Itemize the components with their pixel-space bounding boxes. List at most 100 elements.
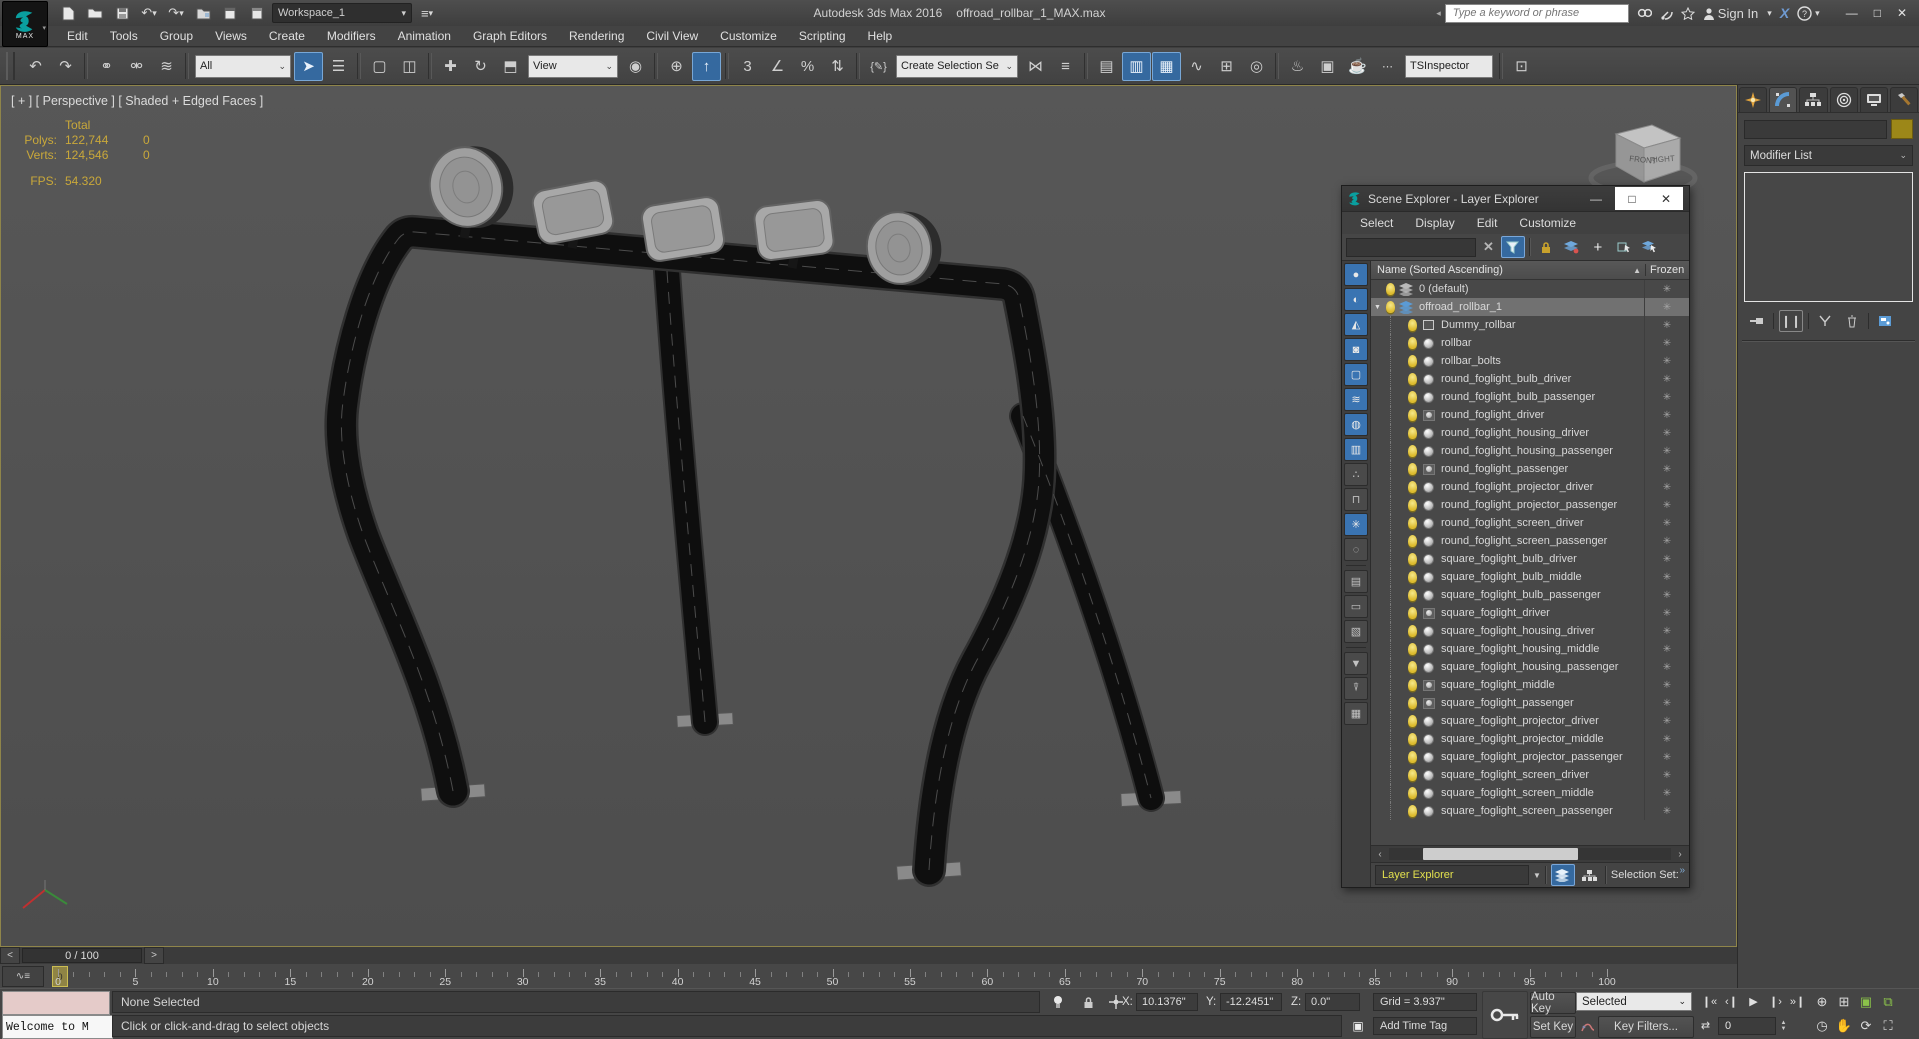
tab-display[interactable] — [1859, 87, 1888, 112]
workspace-dropdown[interactable]: Workspace_1 ▾ — [272, 3, 412, 23]
video-capture-button[interactable]: ⊡ — [1507, 52, 1536, 81]
undo-scene-button[interactable]: ↶ ▾ — [137, 3, 161, 23]
named-selection-sets-dropdown[interactable]: Create Selection Se ⌄ — [896, 54, 1018, 78]
object-name[interactable]: round_foglight_projector_driver — [1441, 481, 1644, 493]
visibility-bulb-icon[interactable] — [1408, 661, 1417, 673]
percent-snap-toggle[interactable]: % — [793, 52, 822, 81]
layer-row-square-foglight-bulb-driver[interactable]: square_foglight_bulb_driver ✳ — [1371, 550, 1689, 568]
object-name[interactable]: square_foglight_projector_driver — [1441, 715, 1644, 727]
spinner-snap-toggle[interactable]: ⇅ — [823, 52, 852, 81]
menu-create[interactable]: Create — [258, 26, 316, 47]
redo-button[interactable]: ↷ — [51, 52, 80, 81]
next-frame-playback-button[interactable]: ❙› — [1766, 992, 1785, 1011]
select-and-rotate-button[interactable]: ↻ — [466, 52, 495, 81]
maxscript-mini-listener-macro[interactable] — [2, 991, 110, 1015]
object-name[interactable]: square_foglight_projector_passenger — [1441, 751, 1644, 763]
explorer-menu-select[interactable]: Select — [1350, 216, 1403, 230]
visibility-bulb-icon[interactable] — [1386, 301, 1395, 313]
frozen-snowflake-icon[interactable]: ✳ — [1644, 406, 1689, 424]
isolate-selection-toggle[interactable] — [1046, 991, 1070, 1013]
more-options-icon[interactable]: » — [1679, 865, 1684, 876]
visibility-bulb-icon[interactable] — [1408, 715, 1417, 727]
help-search-box[interactable] — [1444, 3, 1629, 23]
object-name[interactable]: square_foglight_passenger — [1441, 697, 1644, 709]
z-coordinate-field[interactable]: 0.0" — [1305, 993, 1360, 1011]
tab-modify[interactable] — [1769, 87, 1798, 112]
menu-graph-editors[interactable]: Graph Editors — [462, 26, 558, 47]
layer-row-offroad-rollbar-1[interactable]: ▼ offroad_rollbar_1 ✳ — [1371, 298, 1689, 316]
sign-in-menu[interactable]: Sign In ▾ — [1703, 6, 1772, 21]
visibility-bulb-icon[interactable] — [1408, 445, 1417, 457]
layer-row-square-foglight-screen-passenger[interactable]: square_foglight_screen_passenger ✳ — [1371, 802, 1689, 820]
layer-row-square-foglight-bulb-middle[interactable]: square_foglight_bulb_middle ✳ — [1371, 568, 1689, 586]
visibility-bulb-icon[interactable] — [1408, 391, 1417, 403]
layer-row-0-default-[interactable]: 0 (default) ✳ — [1371, 280, 1689, 298]
filter-selected-button-icon[interactable]: ⍒ — [1344, 677, 1368, 700]
current-frame-field[interactable]: 0 — [1718, 1017, 1776, 1035]
frozen-column-header[interactable]: Frozen — [1645, 264, 1689, 276]
window-maximize-button[interactable]: □ — [1615, 192, 1649, 206]
menu-tools[interactable]: Tools — [99, 26, 149, 47]
layer-row-square-foglight-housing-driver[interactable]: square_foglight_housing_driver ✳ — [1371, 622, 1689, 640]
unlink-selection-button[interactable]: ⚮ — [122, 52, 151, 81]
scrollbar-thumb[interactable] — [1422, 848, 1578, 860]
object-name[interactable]: round_foglight_driver — [1441, 409, 1644, 421]
visibility-bulb-icon[interactable] — [1408, 517, 1417, 529]
object-name[interactable]: round_foglight_bulb_driver — [1441, 373, 1644, 385]
object-name[interactable]: rollbar — [1441, 337, 1644, 349]
frozen-snowflake-icon[interactable]: ✳ — [1644, 802, 1689, 820]
object-name[interactable]: round_foglight_housing_passenger — [1441, 445, 1644, 457]
mirror-button[interactable]: ⋈ — [1021, 52, 1050, 81]
frozen-snowflake-icon[interactable]: ✳ — [1644, 712, 1689, 730]
open-file-button[interactable] — [83, 3, 107, 23]
display-frozen-filter-icon[interactable]: ✳ — [1344, 513, 1368, 536]
close-button[interactable]: ✕ — [1897, 6, 1907, 20]
new-scene-button[interactable] — [56, 3, 80, 23]
remove-modifier-button[interactable] — [1841, 311, 1863, 331]
scene-explorer-titlebar[interactable]: Scene Explorer - Layer Explorer — □ ✕ — [1342, 186, 1689, 212]
layer-row-square-foglight-screen-middle[interactable]: square_foglight_screen_middle ✳ — [1371, 784, 1689, 802]
show-end-result-button[interactable]: ❙❙ — [1779, 310, 1803, 332]
y-coordinate-field[interactable]: -12.2451" — [1220, 993, 1282, 1011]
object-name[interactable]: offroad_rollbar_1 — [1419, 301, 1644, 313]
frozen-snowflake-icon[interactable]: ✳ — [1644, 604, 1689, 622]
filter-custom-button-icon[interactable]: ▦ — [1344, 702, 1368, 725]
save-file-button[interactable] — [110, 3, 134, 23]
toolbar-grip[interactable] — [6, 52, 15, 80]
menu-group[interactable]: Group — [149, 26, 204, 47]
layer-row-square-foglight-projector-driver[interactable]: square_foglight_projector_driver ✳ — [1371, 712, 1689, 730]
object-name[interactable]: square_foglight_bulb_middle — [1441, 571, 1644, 583]
clear-search-icon[interactable]: ✕ — [1480, 239, 1497, 255]
next-frame-button[interactable]: > — [144, 947, 164, 964]
frozen-snowflake-icon[interactable]: ✳ — [1644, 316, 1689, 334]
previous-frame-playback-button[interactable]: ‹❙ — [1722, 992, 1741, 1011]
layer-row-square-foglight-housing-middle[interactable]: square_foglight_housing_middle ✳ — [1371, 640, 1689, 658]
frozen-snowflake-icon[interactable]: ✳ — [1644, 496, 1689, 514]
x-coordinate-field[interactable]: 10.1376" — [1136, 993, 1198, 1011]
frozen-snowflake-icon[interactable]: ✳ — [1644, 766, 1689, 784]
go-to-end-button[interactable]: »❙ — [1788, 992, 1807, 1011]
make-unique-button[interactable] — [1814, 311, 1836, 331]
scroll-left-icon[interactable]: ‹ — [1373, 849, 1387, 860]
redo-flyout-icon[interactable]: ▾ — [179, 8, 184, 19]
application-menu-button[interactable]: MAX ▾ — [2, 1, 48, 47]
layer-mode-icon[interactable] — [1550, 864, 1575, 886]
object-name[interactable]: round_foglight_screen_driver — [1441, 517, 1644, 529]
object-name[interactable]: square_foglight_screen_driver — [1441, 769, 1644, 781]
frozen-snowflake-icon[interactable]: ✳ — [1644, 514, 1689, 532]
layer-row-round-foglight-passenger[interactable]: round_foglight_passenger ✳ — [1371, 460, 1689, 478]
object-name[interactable]: square_foglight_housing_middle — [1441, 643, 1644, 655]
selection-filter-dropdown[interactable]: All ⌄ — [195, 54, 291, 78]
selection-lock-toggle[interactable] — [1076, 991, 1100, 1013]
frozen-snowflake-icon[interactable]: ✳ — [1644, 442, 1689, 460]
frozen-snowflake-icon[interactable]: ✳ — [1644, 424, 1689, 442]
layer-row-square-foglight-bulb-passenger[interactable]: square_foglight_bulb_passenger ✳ — [1371, 586, 1689, 604]
use-pivot-point-center-button[interactable]: ◉ — [621, 52, 650, 81]
object-name[interactable]: round_foglight_screen_passenger — [1441, 535, 1644, 547]
display-none-button-icon[interactable]: ▭ — [1344, 595, 1368, 618]
add-time-tag-field[interactable]: Add Time Tag — [1373, 1017, 1477, 1035]
reference-coordinate-dropdown[interactable]: View ⌄ — [528, 54, 618, 78]
layer-row-round-foglight-housing-driver[interactable]: round_foglight_housing_driver ✳ — [1371, 424, 1689, 442]
render-flyout-button[interactable]: ⋯ — [1373, 52, 1402, 81]
favorites-star-icon[interactable] — [1680, 6, 1695, 20]
